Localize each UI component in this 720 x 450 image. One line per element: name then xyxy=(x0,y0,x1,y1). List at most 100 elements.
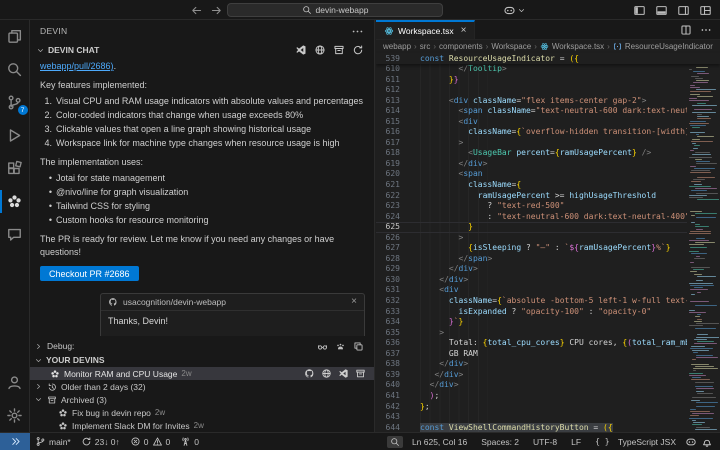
sync-status[interactable]: 23↓ 0↑ xyxy=(76,433,125,450)
remote-indicator[interactable] xyxy=(0,433,30,450)
breadcrumb-item[interactable]: components xyxy=(439,42,483,51)
close-icon[interactable]: × xyxy=(351,297,357,307)
code-line-628[interactable]: 628 </span> xyxy=(376,254,687,265)
split-editor-icon[interactable] xyxy=(680,24,692,36)
code-line-624[interactable]: 624 : "text-neutral-600 dark:text-neutra… xyxy=(376,212,687,223)
devin-row-monitor-ram-and-cpu-usage[interactable]: Monitor RAM and CPU Usage2w xyxy=(30,367,374,380)
code-line-630[interactable]: 630 </div> xyxy=(376,275,687,286)
activity-settings[interactable] xyxy=(0,399,30,432)
refresh-icon[interactable] xyxy=(352,44,364,56)
pr-link[interactable]: webapp/pull/2686) xyxy=(40,61,114,71)
code-line-632[interactable]: 632 className={`absolute -bottom-5 left-… xyxy=(376,296,687,307)
breadcrumb-item[interactable]: Workspace xyxy=(491,42,531,51)
code-line-638[interactable]: 638 </div> xyxy=(376,359,687,370)
devin-row-archived-3-[interactable]: Archived (3) xyxy=(30,393,374,406)
code-line-621[interactable]: 621 className={ xyxy=(376,180,687,191)
toggle-panel-icon[interactable] xyxy=(655,4,668,17)
checkout-pr-button[interactable]: Checkout PR #2686 xyxy=(40,266,139,281)
globe-icon[interactable] xyxy=(314,44,326,56)
forward-icon[interactable] xyxy=(210,4,223,17)
code-line-616[interactable]: 616 className={`overflow-hidden transiti… xyxy=(376,127,687,138)
code-line-625[interactable]: 625 } xyxy=(376,222,687,233)
branch-status[interactable]: main* xyxy=(30,433,76,450)
activity-explorer[interactable] xyxy=(0,20,30,53)
archive-icon[interactable] xyxy=(355,368,366,379)
back-icon[interactable] xyxy=(190,4,203,17)
more-actions-icon[interactable] xyxy=(700,24,712,36)
breadcrumb-item[interactable]: src xyxy=(420,42,431,51)
code-line-614[interactable]: 614 <span className="text-neutral-600 da… xyxy=(376,106,687,117)
problems-status[interactable]: 0 0 xyxy=(125,433,175,450)
code-line-611[interactable]: 611 }} xyxy=(376,75,687,86)
code-line-629[interactable]: 629 </div> xyxy=(376,264,687,275)
ports-status[interactable]: 0 xyxy=(175,433,204,450)
code-line-622[interactable]: 622 ramUsagePercent >= highUsageThreshol… xyxy=(376,191,687,202)
copilot-menu[interactable] xyxy=(503,4,526,17)
breadcrumb-item[interactable]: Workspace.tsx xyxy=(552,42,604,51)
devin-row-fix-bug-in-devin-repo[interactable]: Fix bug in devin repo2w xyxy=(30,406,374,419)
code-area[interactable]: 610 </Tooltip>611 }}612613 <div classNam… xyxy=(376,64,687,432)
code-line-617[interactable]: 617 > xyxy=(376,138,687,149)
search-status[interactable] xyxy=(387,436,403,448)
code-line-615[interactable]: 615 <div xyxy=(376,117,687,128)
toggle-sidebar-icon[interactable] xyxy=(633,4,646,17)
devin-row-implement-slack-dm-for-invites[interactable]: Implement Slack DM for Invites2w xyxy=(30,419,374,432)
breadcrumb-item[interactable]: ResourceUsageIndicator xyxy=(625,42,713,51)
command-center[interactable]: devin-webapp xyxy=(227,3,443,17)
devin-row-older-than-2-days-32-[interactable]: Older than 2 days (32) xyxy=(30,380,374,393)
code-line-626[interactable]: 626 > xyxy=(376,233,687,244)
sticky-scroll-line[interactable]: 539const ResourceUsageIndicator = ({ xyxy=(376,53,720,64)
code-line-637[interactable]: 637 GB RAM xyxy=(376,349,687,360)
code-line-631[interactable]: 631 <div xyxy=(376,285,687,296)
paw-icon[interactable] xyxy=(335,341,346,352)
code-line-623[interactable]: 623 ? "text-red-500" xyxy=(376,201,687,212)
code-line-636[interactable]: 636 Total: {total_cpu_cores} CPU cores, … xyxy=(376,338,687,349)
code-line-610[interactable]: 610 </Tooltip> xyxy=(376,64,687,75)
code-line-641[interactable]: 641 ); xyxy=(376,391,687,402)
activity-chat[interactable] xyxy=(0,218,30,251)
code-line-620[interactable]: 620 <span xyxy=(376,169,687,180)
globe-icon[interactable] xyxy=(321,368,332,379)
code-line-539[interactable]: 539const ResourceUsageIndicator = ({ xyxy=(376,53,579,64)
breadcrumb-item[interactable]: webapp xyxy=(383,42,411,51)
code-line-639[interactable]: 639 </div> xyxy=(376,370,687,381)
cursor-position[interactable]: Ln 625, Col 16 xyxy=(407,437,472,447)
eol-status[interactable]: LF xyxy=(566,437,586,447)
github-icon[interactable] xyxy=(304,368,315,379)
glasses-icon[interactable] xyxy=(317,341,328,352)
activity-run-debug[interactable] xyxy=(0,119,30,152)
code-line-619[interactable]: 619 </div> xyxy=(376,159,687,170)
code-line-643[interactable]: 643 xyxy=(376,412,687,423)
code-line-635[interactable]: 635 > xyxy=(376,328,687,339)
minimap[interactable] xyxy=(688,53,719,432)
code-line-618[interactable]: 618 <UsageBar percent={ramUsagePercent} … xyxy=(376,148,687,159)
code-line-644[interactable]: 644const ViewShellCommandHistoryButton =… xyxy=(376,423,687,432)
copy-icon[interactable] xyxy=(353,341,364,352)
tab-workspace-tsx[interactable]: Workspace.tsx × xyxy=(376,20,475,39)
encoding-status[interactable]: UTF-8 xyxy=(528,437,562,447)
code-line-627[interactable]: 627 {isSleeping ? "–" : `${ramUsagePerce… xyxy=(376,243,687,254)
code-line-640[interactable]: 640 </div> xyxy=(376,380,687,391)
copilot-icon[interactable] xyxy=(685,436,697,448)
vscode-icon[interactable] xyxy=(338,368,349,379)
bell-icon[interactable] xyxy=(701,436,713,448)
debug-section-row[interactable]: Debug: xyxy=(30,339,374,353)
code-line-634[interactable]: 634 }`} xyxy=(376,317,687,328)
code-line-633[interactable]: 633 isExpanded ? "opacity-100" : "opacit… xyxy=(376,307,687,318)
activity-account[interactable] xyxy=(0,366,30,399)
activity-extensions[interactable] xyxy=(0,152,30,185)
activity-search[interactable] xyxy=(0,53,30,86)
toggle-secondary-sidebar-icon[interactable] xyxy=(677,4,690,17)
your-devins-header[interactable]: YOUR DEVINS xyxy=(30,353,374,367)
customize-layout-icon[interactable] xyxy=(699,4,712,17)
close-icon[interactable]: × xyxy=(461,26,467,36)
more-actions-icon[interactable] xyxy=(351,25,364,38)
code-line-612[interactable]: 612 xyxy=(376,85,687,96)
devin-chat-header[interactable]: DEVIN CHAT xyxy=(30,42,374,58)
language-status[interactable]: { } TypeScript JSX xyxy=(590,437,681,447)
indentation-status[interactable]: Spaces: 2 xyxy=(476,437,524,447)
code-line-613[interactable]: 613 <div className="flex items-center ga… xyxy=(376,96,687,107)
reply-to-devin[interactable]: Reply to Devin xyxy=(302,336,357,337)
activity-devin[interactable] xyxy=(0,185,30,218)
activity-source-control[interactable]: 7 xyxy=(0,86,30,119)
